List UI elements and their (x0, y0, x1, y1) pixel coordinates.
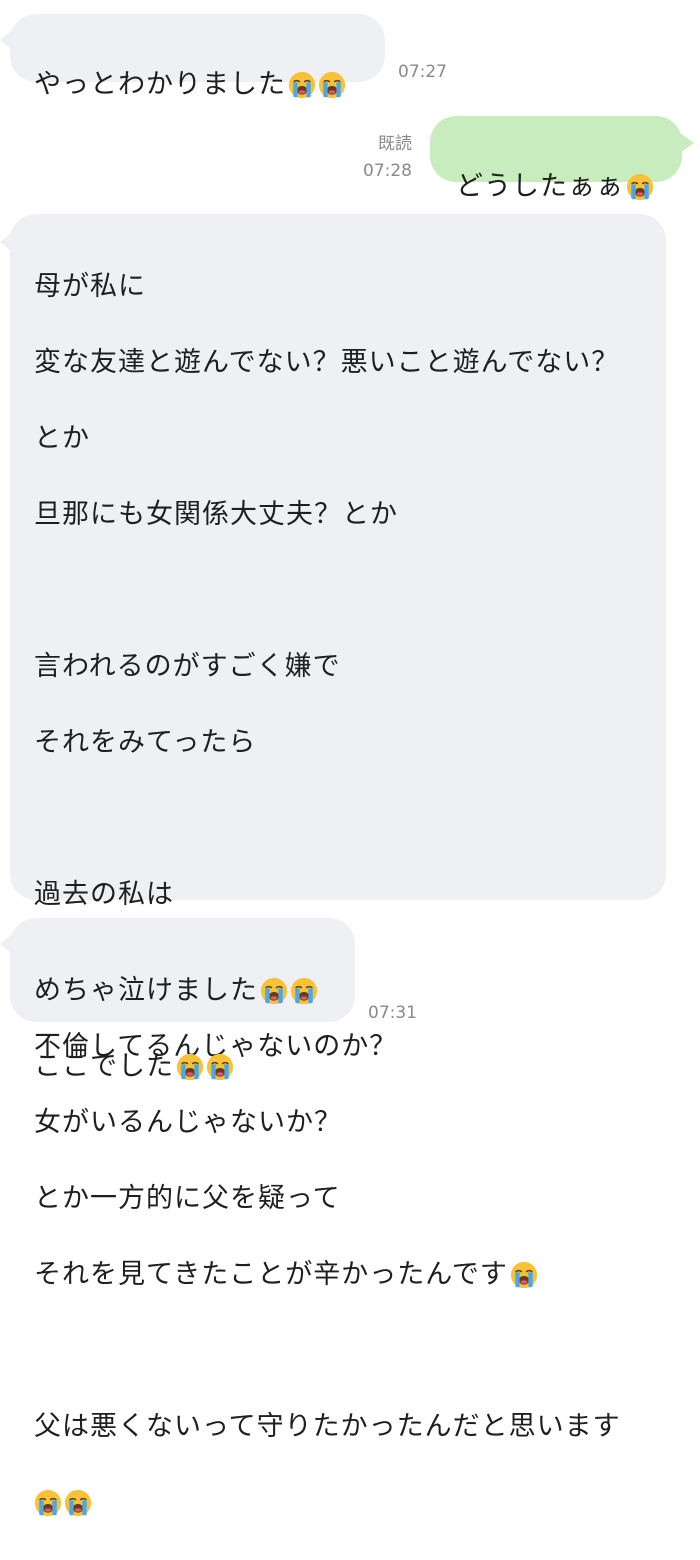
message-text: やっとわかりました (34, 69, 286, 100)
loudly-crying-face-icon (260, 977, 288, 1005)
loudly-crying-face-icon (64, 1489, 92, 1517)
message-line: 言われるのがすごく嫌で (34, 651, 341, 682)
message-bubble-incoming-2[interactable]: 母が私に 変な友達と遊んでない？悪いこと遊んでない？ とか 旦那にも女関係大丈夫… (10, 214, 666, 900)
message-line: 父は悪くないって守りたかったんだと思います (34, 1411, 621, 1442)
message-line: それを見てきたことが辛かったんです (34, 1259, 508, 1290)
message-bubble-outgoing-1[interactable]: どうしたぁぁ (430, 116, 682, 202)
bubble-tail (680, 133, 694, 153)
message-line: 過去の私は (34, 879, 174, 910)
message-time: 07:27 (398, 62, 447, 82)
message-time: 07:28 (363, 161, 412, 181)
message-line-with-emoji: それを見てきたことが辛かったんです (34, 1256, 646, 1294)
bubble-tail (0, 30, 12, 50)
emoji-line (34, 1484, 646, 1522)
message-line: ここでした (34, 1051, 174, 1082)
loudly-crying-face-icon (290, 977, 318, 1005)
message-line-with-emoji: ここでした (34, 1048, 335, 1086)
read-receipt: 既読 (378, 134, 412, 154)
message-line-with-emoji: めちゃ泣けました (34, 972, 335, 1010)
bubble-tail (0, 232, 12, 252)
message-line: 旦那にも女関係大丈夫？とか (34, 499, 398, 530)
message-line (34, 800, 646, 838)
message-line: とか (34, 423, 90, 454)
message-line: 変な友達と遊んでない？悪いこと遊んでない？ (34, 347, 620, 378)
message-bubble-incoming-3[interactable]: めちゃ泣けました ここでした (10, 918, 355, 1082)
message-line: とか一方的に父を疑って (34, 1183, 341, 1214)
loudly-crying-face-icon (34, 1489, 62, 1517)
bubble-tail (0, 934, 12, 954)
message-line: それをみてったら (34, 727, 257, 758)
loudly-crying-face-icon (176, 1053, 204, 1081)
message-line: 母が私に (34, 271, 146, 302)
loudly-crying-face-icon (288, 71, 316, 99)
loudly-crying-face-icon (318, 71, 346, 99)
message-line (34, 572, 646, 610)
loudly-crying-face-icon (206, 1053, 234, 1081)
message-line (34, 1332, 646, 1370)
message-time: 07:31 (368, 1003, 417, 1023)
loudly-crying-face-icon (510, 1261, 538, 1289)
loudly-crying-face-icon (626, 173, 654, 201)
message-line: 女がいるんじゃないか？ (34, 1107, 342, 1138)
message-bubble-incoming-1[interactable]: やっとわかりました (10, 14, 385, 100)
message-text: どうしたぁぁ (456, 171, 624, 202)
message-line: めちゃ泣けました (34, 975, 258, 1006)
